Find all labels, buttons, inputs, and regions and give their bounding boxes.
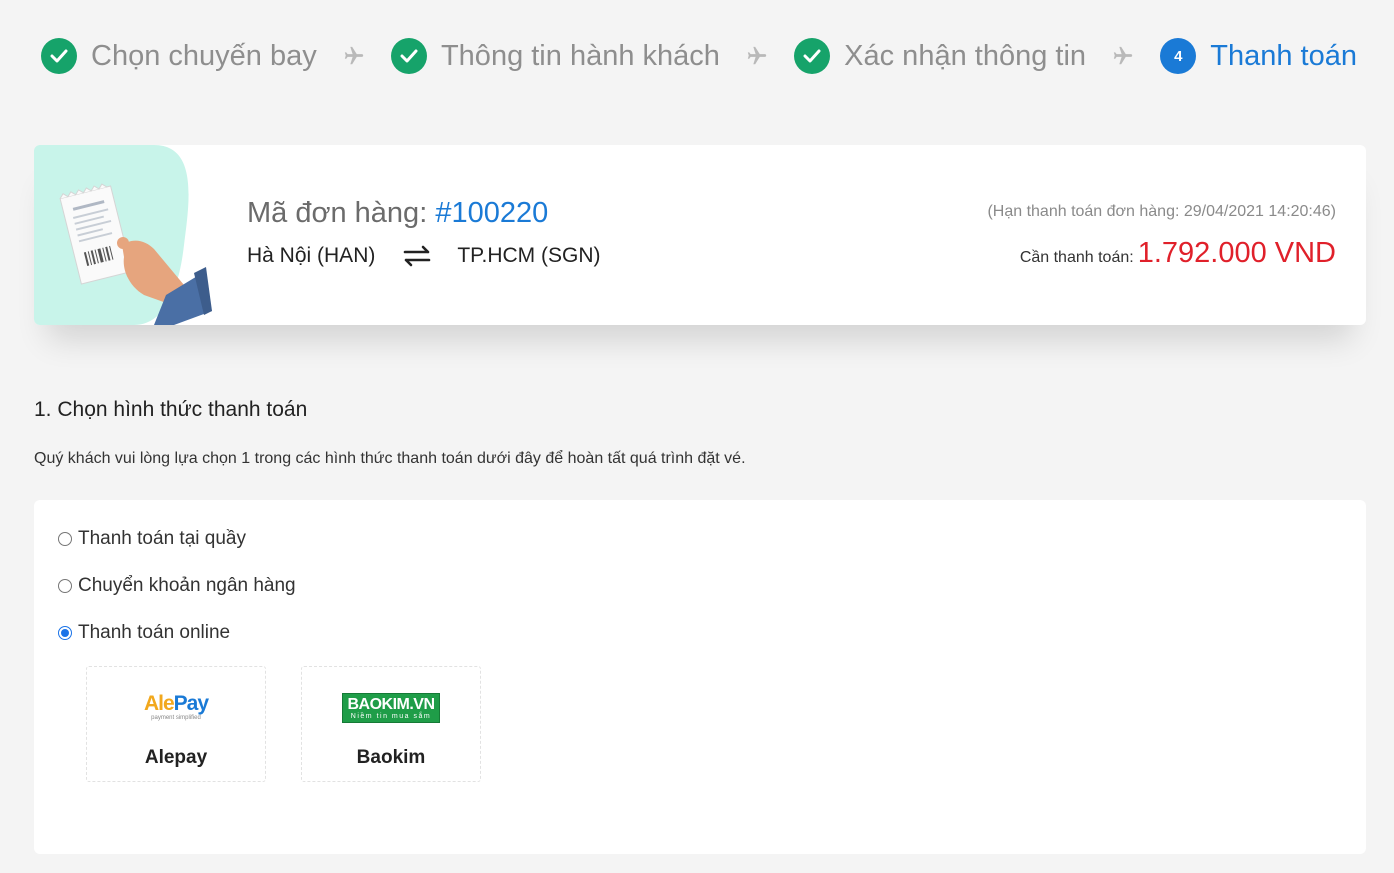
payment-summary: (Hạn thanh toán đơn hàng: 29/04/2021 14:… <box>987 203 1336 270</box>
radio-button[interactable] <box>58 532 72 546</box>
order-summary-card: Mã đơn hàng: #100220 Hà Nội (HAN) TP.HCM… <box>34 145 1366 325</box>
payment-option-label: Thanh toán online <box>78 622 231 643</box>
order-info: Mã đơn hàng: #100220 Hà Nội (HAN) TP.HCM… <box>247 197 600 268</box>
step-label: Thông tin hành khách <box>440 39 720 72</box>
step-number-badge: 4 <box>1160 38 1197 74</box>
provider-name: Alepay <box>144 747 208 768</box>
step-label: Chọn chuyến bay <box>91 39 317 72</box>
baokim-logo: BAOKIM.VN Niềm tin mua sắm <box>302 693 480 723</box>
payment-option-label: Chuyển khoản ngân hàng <box>78 575 296 596</box>
booking-steps: Chọn chuyến bay Thông tin hành khách Xác… <box>41 34 1357 78</box>
payment-option-online[interactable]: Thanh toán online <box>58 622 230 644</box>
provider-name: Baokim <box>356 747 426 768</box>
step-select-flight: Chọn chuyến bay <box>41 38 317 74</box>
check-icon <box>390 38 427 74</box>
step-passenger-info: Thông tin hành khách <box>390 38 720 74</box>
origin: Hà Nội (HAN) <box>247 244 376 267</box>
amount-due: 1.792.000 VND <box>1137 237 1336 269</box>
plane-icon <box>746 45 768 67</box>
provider-baokim[interactable]: BAOKIM.VN Niềm tin mua sắm Baokim <box>301 666 481 782</box>
section-description: Quý khách vui lòng lựa chọn 1 trong các … <box>34 450 746 467</box>
step-label: Thanh toán <box>1210 39 1357 72</box>
step-label: Xác nhận thông tin <box>844 39 1087 72</box>
check-icon <box>794 38 831 74</box>
payment-option-label: Thanh toán tại quầy <box>78 528 246 549</box>
amount-due-line: Cần thanh toán: 1.792.000 VND <box>987 237 1336 270</box>
plane-icon <box>1112 45 1134 67</box>
provider-alepay[interactable]: AlePay payment simplified Alepay <box>86 666 266 782</box>
radio-button[interactable] <box>58 579 72 593</box>
alepay-logo: AlePay payment simplified <box>143 692 209 722</box>
plane-icon <box>343 45 365 67</box>
order-code: #100220 <box>435 197 549 229</box>
step-payment: 4 Thanh toán <box>1160 38 1357 74</box>
payment-methods-panel: Thanh toán tại quầy Chuyển khoản ngân hà… <box>34 500 1366 854</box>
flight-route: Hà Nội (HAN) TP.HCM (SGN) <box>247 244 600 268</box>
section-title: 1. Chọn hình thức thanh toán <box>34 398 308 421</box>
order-code-line: Mã đơn hàng: #100220 <box>247 197 600 230</box>
step-confirm-info: Xác nhận thông tin <box>794 38 1086 74</box>
receipt-hand-illustration <box>34 145 212 325</box>
payment-option-bank-transfer[interactable]: Chuyển khoản ngân hàng <box>58 575 296 597</box>
destination: TP.HCM (SGN) <box>457 244 601 267</box>
payment-deadline: (Hạn thanh toán đơn hàng: 29/04/2021 14:… <box>987 203 1336 220</box>
swap-icon <box>404 245 431 267</box>
amount-due-label: Cần thanh toán: <box>1019 249 1134 266</box>
check-icon <box>41 38 77 74</box>
order-code-label: Mã đơn hàng: <box>247 197 428 229</box>
payment-option-counter[interactable]: Thanh toán tại quầy <box>58 528 246 550</box>
radio-button-checked[interactable] <box>58 626 72 640</box>
